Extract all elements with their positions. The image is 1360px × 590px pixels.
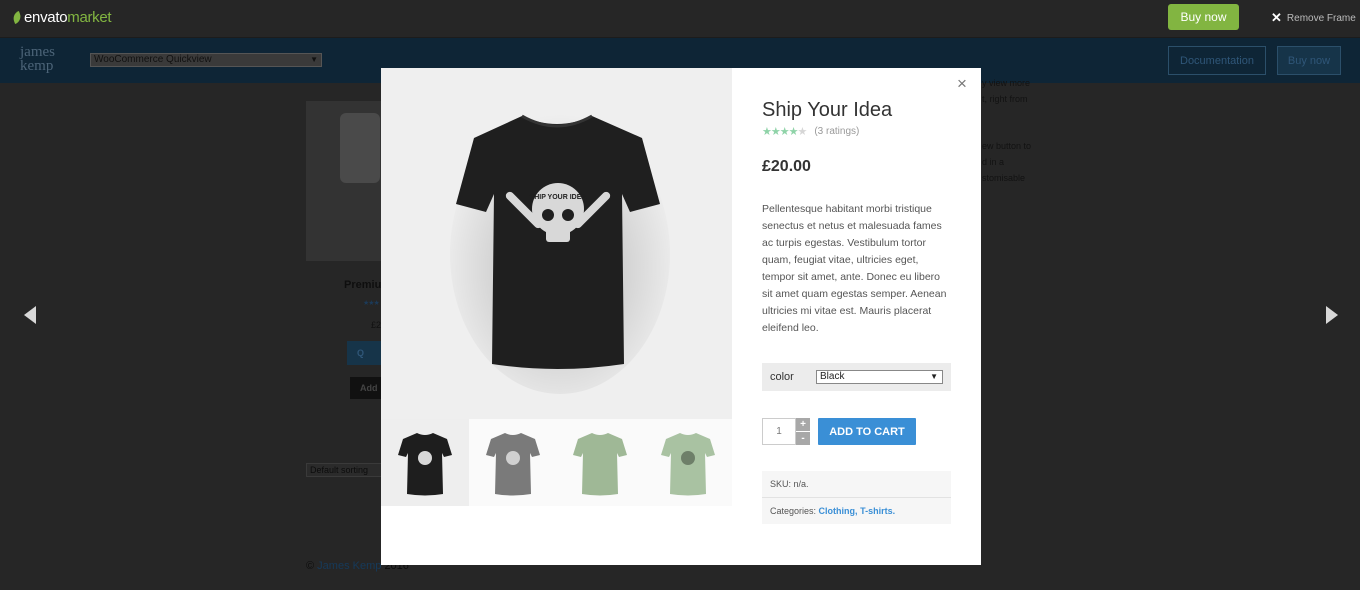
- tshirt-thumbnail-icon: [485, 432, 540, 495]
- envato-leaf-icon: [11, 10, 23, 25]
- envato-top-bar: envatomarket Buy now ✕ Remove Frame: [0, 0, 1360, 38]
- sku-value: n/a.: [793, 479, 809, 489]
- category-separator: ,: [855, 506, 858, 516]
- product-meta: SKU: n/a. Categories: Clothing, T-shirts…: [762, 471, 951, 524]
- product-description: Pellentesque habitant morbi tristique se…: [762, 203, 947, 334]
- thumbnail-strip: [381, 419, 732, 506]
- background-quickview-button[interactable]: Q: [347, 341, 383, 365]
- color-select[interactable]: Black ▼: [816, 370, 943, 384]
- product-price: £20.00: [762, 158, 811, 175]
- thumbnail-black[interactable]: [381, 419, 469, 506]
- meta-divider: [762, 497, 951, 498]
- tshirt-thumbnail-icon: [397, 432, 452, 495]
- next-product-arrow-icon[interactable]: [1326, 306, 1338, 324]
- color-select-value: Black: [820, 371, 845, 382]
- theme-select[interactable]: WooCommerce Quickview ▼: [90, 53, 322, 67]
- theme-select-value: WooCommerce Quickview: [94, 54, 212, 65]
- close-icon: ✕: [1271, 10, 1282, 25]
- background-text-line: ew button to: [982, 141, 1032, 151]
- tshirt-print-text: SHIP YOUR IDEA: [529, 194, 586, 201]
- envato-buy-now-button[interactable]: Buy now: [1168, 4, 1239, 30]
- background-text-line: d in a: [982, 157, 1005, 167]
- tshirt-thumbnail-icon: [573, 432, 628, 495]
- remove-frame-button[interactable]: ✕ Remove Frame: [1271, 10, 1356, 26]
- envato-logo-market-text: market: [67, 9, 112, 26]
- tshirt-thumbnail-icon: [661, 432, 716, 495]
- sku-line: SKU: n/a.: [770, 479, 809, 489]
- categories-label: Categories:: [770, 506, 817, 516]
- modal-close-button[interactable]: ×: [957, 74, 967, 94]
- thumbnail-grey[interactable]: [468, 419, 557, 506]
- quantity-input[interactable]: 1: [762, 418, 796, 445]
- thumbnail-light-green[interactable]: [644, 419, 732, 506]
- background-text-line: stomisable: [982, 173, 1026, 183]
- category-end: .: [892, 506, 896, 516]
- quickview-modal: × SHIP YOUR IDEA Ship Your Idea ★★★★★ (3…: [381, 68, 981, 565]
- add-to-cart-button[interactable]: ADD TO CART: [818, 418, 916, 445]
- quantity-increase-button[interactable]: +: [796, 418, 810, 431]
- background-star-rating: ★★★: [363, 300, 380, 307]
- star-rating-icon: ★★★★★: [762, 126, 807, 138]
- variation-row: color Black ▼: [762, 363, 951, 391]
- tshirt-image: SHIP YOUR IDEA: [449, 113, 670, 394]
- background-product-price: £2: [371, 320, 382, 330]
- variation-label: color: [770, 371, 794, 383]
- background-shirt-icon: [340, 113, 380, 183]
- sorting-select[interactable]: Default sorting: [306, 463, 382, 477]
- previous-product-arrow-icon[interactable]: [24, 306, 36, 324]
- envato-logo-text: envato: [24, 9, 68, 26]
- copyright-symbol: ©: [306, 560, 315, 572]
- background-product-title[interactable]: Premiu: [344, 279, 381, 291]
- product-gallery: SHIP YOUR IDEA: [381, 68, 732, 506]
- thumbnail-green[interactable]: [556, 419, 645, 506]
- chevron-down-icon: ▼: [930, 372, 938, 381]
- category-link-tshirts[interactable]: T-shirts: [860, 506, 893, 516]
- rating-count-link[interactable]: (3 ratings): [814, 126, 859, 137]
- product-title: Ship Your Idea: [762, 99, 893, 121]
- header-buy-now-button[interactable]: Buy now: [1277, 46, 1341, 75]
- documentation-button[interactable]: Documentation: [1168, 46, 1266, 75]
- background-text-line: y view more: [982, 78, 1031, 88]
- chevron-down-icon: ▼: [310, 55, 318, 64]
- sku-label: SKU:: [770, 479, 792, 489]
- remove-frame-label: Remove Frame: [1286, 12, 1356, 24]
- footer-author-link[interactable]: James Kemp: [317, 560, 381, 572]
- category-link-clothing[interactable]: Clothing: [819, 506, 856, 516]
- site-logo[interactable]: james kemp: [20, 45, 72, 74]
- product-main-image[interactable]: SHIP YOUR IDEA: [381, 68, 732, 419]
- background-add-button[interactable]: Add: [350, 377, 382, 399]
- background-text-line: t, right from: [982, 94, 1028, 104]
- product-rating: ★★★★★ (3 ratings): [762, 125, 859, 138]
- categories-line: Categories: Clothing, T-shirts.: [770, 506, 895, 516]
- quantity-decrease-button[interactable]: -: [796, 432, 810, 445]
- envato-logo[interactable]: envatomarket: [11, 9, 112, 26]
